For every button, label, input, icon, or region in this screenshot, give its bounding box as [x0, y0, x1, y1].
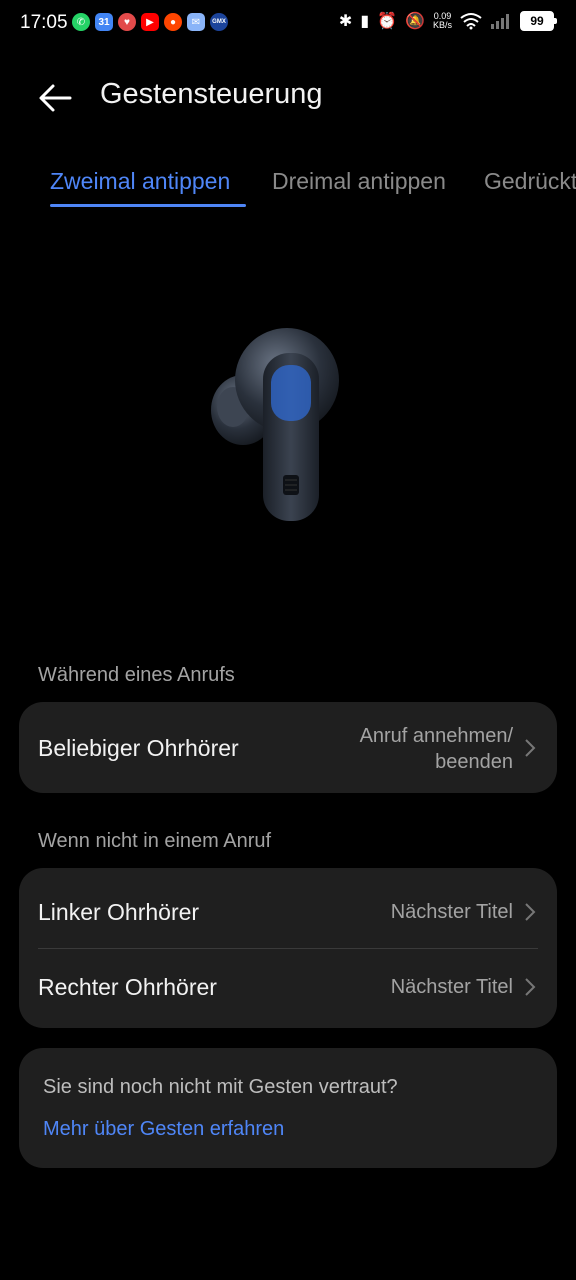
status-time: 17:05: [20, 12, 68, 33]
signal-icon: [491, 14, 509, 29]
gesture-hint-card: Sie sind noch nicht mit Gesten vertraut?…: [19, 1048, 557, 1168]
learn-more-link[interactable]: Mehr über Gesten erfahren: [43, 1118, 284, 1141]
status-bar: 17:05 ✆ 31 ♥ ▶ ● ✉ GMX ✱ ▮ ⏰ 🔕 0.09 KB/s…: [0, 0, 576, 46]
tab-double-tap[interactable]: Zweimal antippen: [50, 168, 230, 195]
any-earbud-row[interactable]: Beliebiger Ohrhörer Anruf annehmen/ been…: [19, 702, 557, 793]
chevron-right-icon: [525, 903, 536, 921]
vibrate-icon: ▮: [360, 13, 370, 30]
net-speed: 0.09 KB/s: [433, 12, 452, 30]
earbud-illustration: [211, 328, 339, 521]
battery-indicator: 99: [520, 11, 557, 31]
any-earbud-value: Anruf annehmen/ beenden: [360, 723, 513, 775]
not-in-call-card: Linker Ohrhörer Nächster Titel Rechter O…: [19, 868, 557, 1028]
mute-icon: 🔕: [405, 13, 425, 30]
youtube-icon: ▶: [141, 13, 159, 31]
any-earbud-value-line1: Anruf annehmen/: [359, 725, 513, 747]
alarm-icon: ⏰: [377, 13, 398, 30]
active-tab-indicator: [50, 204, 246, 207]
system-icons: ✱ ▮ ⏰ 🔕 0.09 KB/s 99: [338, 11, 557, 31]
reddit-icon: ●: [164, 13, 182, 31]
chevron-right-icon: [525, 739, 536, 757]
right-earbud-value: Nächster Titel: [390, 976, 513, 998]
net-speed-unit: KB/s: [432, 20, 452, 30]
not-in-call-label: Wenn nicht in einem Anruf: [38, 830, 272, 852]
right-earbud-label: Rechter Ohrhörer: [38, 974, 217, 1000]
gmx-icon: GMX: [210, 13, 228, 31]
mail-icon: ✉: [187, 13, 205, 31]
any-earbud-value-line2: beenden: [435, 751, 513, 773]
gesture-tabs: Zweimal antippen Dreimal antippen Gedrüc…: [0, 160, 576, 210]
calendar-icon: 31: [95, 13, 113, 31]
back-button[interactable]: [36, 78, 76, 118]
app-header: Gestensteuerung: [0, 70, 576, 124]
left-earbud-label: Linker Ohrhörer: [38, 899, 200, 925]
whatsapp-icon: ✆: [72, 13, 90, 31]
tab-press-hold[interactable]: Gedrückt halten: [484, 168, 576, 195]
notification-icons: ✆ 31 ♥ ▶ ● ✉ GMX: [72, 13, 228, 31]
right-earbud-row[interactable]: Rechter Ohrhörer Nächster Titel: [19, 949, 557, 1028]
page-title: Gestensteuerung: [100, 78, 323, 110]
app-icon: ♥: [118, 13, 136, 31]
chevron-right-icon: [525, 978, 536, 996]
any-earbud-label: Beliebiger Ohrhörer: [38, 735, 239, 761]
during-call-label: Während eines Anrufs: [38, 664, 235, 686]
left-earbud-row[interactable]: Linker Ohrhörer Nächster Titel: [19, 868, 557, 948]
left-earbud-value: Nächster Titel: [390, 901, 513, 923]
gesture-hint-text: Sie sind noch nicht mit Gesten vertraut?: [43, 1076, 398, 1098]
during-call-card: Beliebiger Ohrhörer Anruf annehmen/ been…: [19, 702, 557, 793]
tab-triple-tap[interactable]: Dreimal antippen: [272, 168, 446, 195]
back-arrow-icon: [39, 84, 72, 112]
wifi-icon: [460, 13, 482, 30]
bluetooth-icon: ✱: [338, 13, 353, 30]
